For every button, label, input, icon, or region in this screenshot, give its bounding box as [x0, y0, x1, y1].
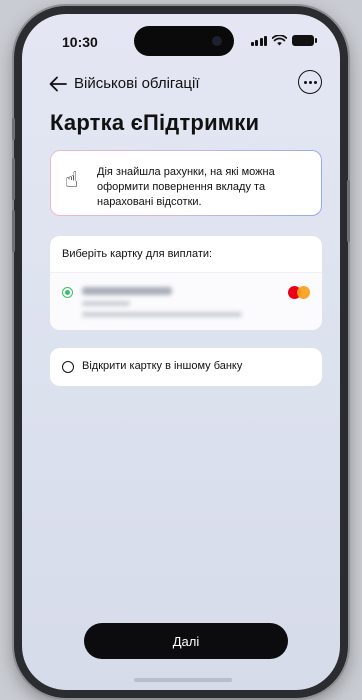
mastercard-icon: [288, 286, 310, 299]
arrow-left-icon[interactable]: [46, 72, 70, 96]
status-bar: 10:30: [22, 14, 340, 60]
more-horizontal-icon[interactable]: [298, 70, 322, 94]
dynamic-island: [134, 26, 234, 56]
card-holder-blurred: [82, 301, 130, 306]
camera-icon: [212, 36, 222, 46]
page-title: Картка єПідтримки: [50, 110, 260, 135]
power-button: [347, 180, 350, 242]
card-option-selected[interactable]: [50, 272, 322, 330]
volume-down-button: [12, 210, 15, 252]
pointing-finger-icon: ☝: [65, 167, 79, 192]
radio-selected-icon[interactable]: [62, 287, 73, 298]
app-screen: 10:30 Військові облігації Картка єПідтри…: [22, 14, 340, 690]
info-card: ☝ Дія знайшла рахунки, на які можна офор…: [50, 150, 322, 216]
status-icons: [250, 35, 317, 46]
open-card-other-bank-option[interactable]: Відкрити картку в іншому банку: [50, 348, 322, 386]
card-select-panel: Виберіть картку для виплати:: [50, 236, 322, 330]
radio-empty-icon[interactable]: [62, 361, 74, 373]
volume-up-button: [12, 158, 15, 200]
card-details-blurred: [82, 312, 242, 317]
nav-title: Військові облігації: [74, 75, 200, 92]
home-indicator: [134, 678, 232, 682]
action-button: [12, 118, 15, 140]
cellular-signal-icon: [250, 35, 267, 46]
battery-icon: [292, 35, 317, 46]
info-text: Дія знайшла рахунки, на які можна оформи…: [97, 166, 275, 208]
select-card-label: Виберіть картку для виплати:: [62, 248, 213, 260]
card-number-blurred: [82, 287, 172, 295]
status-time: 10:30: [62, 34, 98, 50]
next-button[interactable]: Далі: [84, 623, 288, 659]
wifi-icon: [272, 35, 287, 46]
top-nav: Військові облігації: [22, 66, 340, 102]
other-bank-label: Відкрити картку в іншому банку: [82, 360, 243, 372]
